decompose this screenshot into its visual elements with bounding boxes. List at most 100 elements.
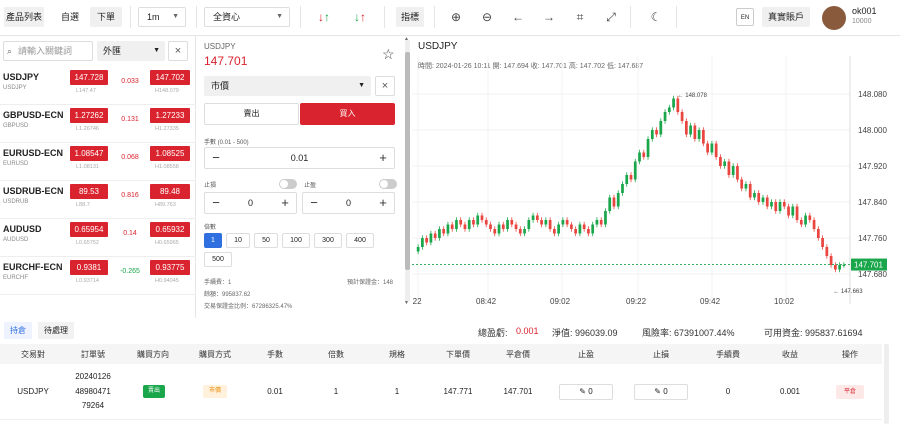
price-chart[interactable]: USDJPY 時間: 2024-01-26 10:11 開: 147.694 收… — [412, 36, 900, 318]
take-profit-toggle[interactable] — [379, 179, 397, 189]
minus-icon[interactable]: − — [207, 148, 225, 168]
quick-lot-button[interactable]: 100 — [282, 233, 310, 248]
language-button[interactable]: EN — [736, 8, 754, 26]
star-icon[interactable]: ☆ — [382, 46, 395, 63]
panel-scroll-thumb[interactable] — [405, 52, 410, 270]
timeframe-select[interactable]: 1m ▼ — [138, 7, 186, 27]
tab-positions[interactable]: 持倉 — [4, 322, 32, 339]
candle-body — [765, 197, 769, 207]
market-filter-select[interactable]: 外匯 ▼ — [97, 41, 165, 61]
products-button[interactable]: 產品列表 — [4, 7, 44, 27]
list-item[interactable]: USDJPY USDJPY 147.728 0.033 147.702 L147.47 H1… — [0, 67, 196, 105]
bid-price[interactable]: 1.27262 — [70, 108, 108, 123]
x-tick-label: 08:42 — [476, 297, 497, 306]
table-scrollbar[interactable] — [884, 344, 889, 424]
arrow-right-icon[interactable]: → — [540, 8, 558, 26]
account-type-button[interactable]: 真實賬戶 — [762, 7, 810, 27]
order-type-select[interactable]: 市價 ▼ — [204, 76, 371, 96]
quick-lot-button[interactable]: 300 — [314, 233, 342, 248]
list-item[interactable]: AUDUSD AUDUSD 0.65954 0.14 0.65932 L0.65752 H0… — [0, 219, 196, 257]
list-item[interactable]: GBPUSD-ECN GBPUSD 1.27262 0.131 1.27233 L1.26… — [0, 105, 196, 143]
ask-price[interactable]: 89.48 — [150, 184, 190, 199]
search-input[interactable]: ⌕ 請輸入關鍵詞 — [3, 41, 93, 61]
list-item[interactable]: EURCHF-ECN EURCHF 0.9381 -0.265 0.93775 L0.93… — [0, 257, 196, 295]
user-balance: 10000 — [852, 18, 872, 25]
ask-price[interactable]: 0.65932 — [150, 222, 190, 237]
stop-loss-edit[interactable]: ✎ 0 — [634, 384, 688, 400]
quick-lot-button[interactable]: 1 — [204, 233, 222, 248]
sort-asc-icon[interactable]: ↓↑ — [310, 8, 338, 26]
close-icon[interactable]: × — [375, 76, 395, 96]
fullscreen-icon[interactable]: ⤢ — [602, 8, 620, 26]
current-price-label: 147.701 — [854, 261, 883, 270]
category-select[interactable]: 全資心 ▼ — [204, 7, 290, 27]
candle-body — [667, 107, 671, 112]
quick-lot-button[interactable]: 50 — [254, 233, 278, 248]
stop-loss-stepper[interactable]: − 0 + — [204, 192, 297, 214]
change-value: 0.131 — [121, 116, 139, 123]
plus-icon[interactable]: + — [374, 193, 392, 213]
order-symbol: USDJPY — [204, 42, 236, 51]
low-label: ← 147.663 — [833, 289, 863, 295]
order-button[interactable]: 下單 — [90, 7, 122, 27]
stop-loss-toggle[interactable] — [279, 179, 297, 189]
close-position-button[interactable]: 平倉 — [836, 385, 864, 399]
avatar[interactable] — [822, 6, 846, 30]
list-item[interactable]: EURUSD-ECN EURUSD 1.08547 0.068 1.08525 L1.08… — [0, 143, 196, 181]
quick-lot-button[interactable]: 10 — [226, 233, 250, 248]
sell-button[interactable]: 賣出 — [204, 103, 299, 125]
sort-desc-icon[interactable]: ↓↑ — [346, 8, 374, 26]
y-tick-label: 148.080 — [858, 90, 887, 99]
lots-stepper[interactable]: − 0.01 + — [204, 147, 395, 169]
username: ok001 — [852, 6, 877, 16]
bid-price[interactable]: 0.9381 — [70, 260, 108, 275]
candle-body — [748, 184, 752, 198]
plus-icon[interactable]: + — [374, 148, 392, 168]
column-header: 購買方式 — [199, 350, 231, 359]
list-item[interactable]: USDRUB-ECN USDRUB 89.53 0.816 89.48 L88.7 H89.… — [0, 181, 196, 219]
candle-body — [757, 193, 761, 202]
minus-icon[interactable]: − — [305, 193, 323, 213]
buy-button[interactable]: 買入 — [300, 103, 395, 125]
crop-icon[interactable]: ⌗ — [571, 8, 589, 26]
take-profit-stepper[interactable]: − 0 + — [302, 192, 395, 214]
total-pl-label: 總盈虧: — [478, 328, 508, 338]
candle-body — [629, 175, 633, 180]
high-value: H1.27335 — [155, 126, 179, 132]
quick-lot-button[interactable]: 400 — [346, 233, 374, 248]
plus-icon[interactable]: + — [276, 193, 294, 213]
bid-price[interactable]: 147.728 — [70, 70, 108, 85]
symbol-name: GBPUSD-ECN — [3, 110, 64, 120]
arrow-left-icon[interactable]: ← — [509, 8, 527, 26]
candle-body — [480, 215, 484, 220]
moon-icon[interactable]: ☾ — [647, 8, 665, 26]
quick-lot-button[interactable]: 500 — [204, 252, 232, 267]
indicator-button[interactable]: 指標 — [396, 7, 424, 27]
close-icon[interactable]: × — [168, 41, 188, 61]
bid-price[interactable]: 89.53 — [70, 184, 108, 199]
search-icon: ⌕ — [7, 46, 13, 56]
ask-price[interactable]: 1.08525 — [150, 146, 190, 161]
order-no-cell-2: 48980471 — [75, 387, 111, 396]
low-value: L0.65752 — [76, 240, 99, 246]
scroll-up-icon[interactable]: ▲ — [404, 36, 409, 42]
take-profit-edit[interactable]: ✎ 0 — [559, 384, 613, 400]
minus-icon[interactable]: − — [207, 193, 225, 213]
ask-price[interactable]: 147.702 — [150, 70, 190, 85]
bid-price[interactable]: 0.65954 — [70, 222, 108, 237]
candle-body — [706, 143, 709, 153]
margin-est-label: 預計保證金：148 — [347, 280, 394, 286]
candle-body — [484, 220, 488, 225]
candle-body — [719, 157, 722, 166]
candle-body — [553, 229, 556, 234]
bid-price[interactable]: 1.08547 — [70, 146, 108, 161]
zoom-in-icon[interactable]: ⊕ — [447, 8, 465, 26]
candle-body — [548, 220, 552, 229]
watchlist-button[interactable]: 自選 — [54, 7, 86, 27]
scroll-down-icon[interactable]: ▼ — [404, 300, 409, 306]
fee-label: 手續費：1 — [204, 280, 232, 286]
zoom-out-icon[interactable]: ⊖ — [478, 8, 496, 26]
tab-pending[interactable]: 待處理 — [38, 322, 74, 339]
ask-price[interactable]: 0.93775 — [150, 260, 190, 275]
ask-price[interactable]: 1.27233 — [150, 108, 190, 123]
